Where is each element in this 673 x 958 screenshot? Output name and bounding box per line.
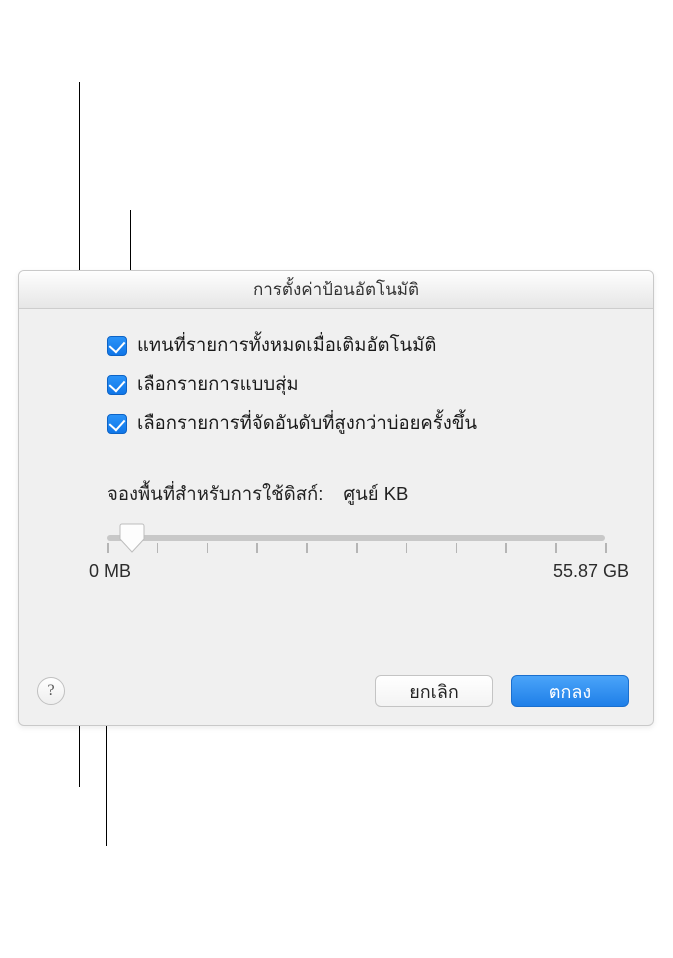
disk-space-label: จองพื้นที่สำหรับการใช้ดิสก์: [107,480,323,509]
ok-button-label: ตกลง [549,677,591,706]
checkbox-icon[interactable] [107,414,127,434]
checkbox-icon[interactable] [107,336,127,356]
cancel-button[interactable]: ยกเลิก [375,675,493,707]
checkbox-row-random[interactable]: เลือกรายการแบบสุ่ม [107,370,625,399]
slider-tick [157,543,159,553]
slider-min-label: 0 MB [89,561,131,582]
slider-thumb[interactable] [119,523,145,553]
slider-tick [356,543,358,553]
slider-tick [456,543,458,553]
ok-button[interactable]: ตกลง [511,675,629,707]
dialog-title: การตั้งค่าป้อนอัตโนมัติ [253,276,419,303]
help-button[interactable]: ? [37,677,65,705]
slider-tick [406,543,408,553]
disk-space-value: ศูนย์ KB [343,480,408,509]
checkbox-icon[interactable] [107,375,127,395]
slider-tick [306,543,308,553]
checkbox-row-replace-all[interactable]: แทนที่รายการทั้งหมดเมื่อเติมอัตโนมัติ [107,331,625,360]
checkbox-row-higher-rated[interactable]: เลือกรายการที่จัดอันดับที่สูงกว่าบ่อยครั… [107,409,625,438]
help-icon: ? [47,682,54,700]
dialog-title-bar: การตั้งค่าป้อนอัตโนมัติ [19,271,653,309]
slider-ticks [107,543,605,555]
slider-tick [207,543,209,553]
slider-tick [555,543,557,553]
slider-tick [605,543,607,553]
autofill-settings-dialog: การตั้งค่าป้อนอัตโนมัติ แทนที่รายการทั้ง… [18,270,654,726]
checkbox-label: เลือกรายการที่จัดอันดับที่สูงกว่าบ่อยครั… [137,409,477,438]
disk-space-slider[interactable]: 0 MB 55.87 GB [107,527,605,575]
slider-track [107,535,605,541]
checkbox-label: เลือกรายการแบบสุ่ม [137,370,299,399]
slider-max-label: 55.87 GB [553,561,629,582]
cancel-button-label: ยกเลิก [409,677,459,706]
checkbox-label: แทนที่รายการทั้งหมดเมื่อเติมอัตโนมัติ [137,331,436,360]
slider-tick [505,543,507,553]
slider-tick [107,543,109,553]
slider-tick [256,543,258,553]
